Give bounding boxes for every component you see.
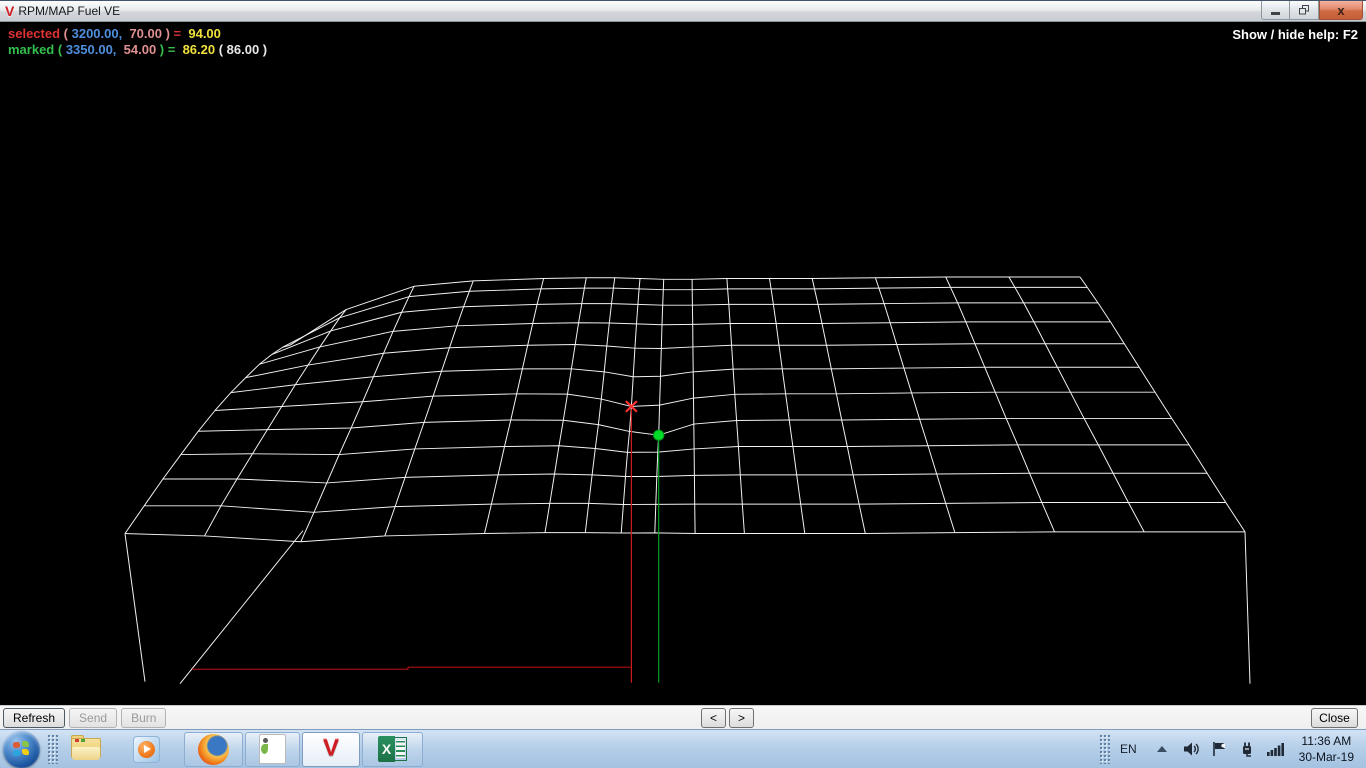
power-plug-icon[interactable] bbox=[1239, 741, 1255, 757]
mesh-edge-line bbox=[125, 534, 145, 682]
help-hint: Show / hide help: F2 bbox=[1232, 27, 1358, 42]
media-player-icon[interactable] bbox=[133, 736, 160, 763]
next-cell-button[interactable]: > bbox=[729, 708, 754, 728]
window-controls: x bbox=[1261, 1, 1363, 20]
hud-text-segment: 3200.00, bbox=[72, 26, 123, 41]
prev-cell-button[interactable]: < bbox=[701, 708, 726, 728]
system-tray: EN bbox=[1099, 733, 1366, 765]
hud-text-segment: 94.00 bbox=[181, 26, 221, 41]
clock-time: 11:36 AM bbox=[1299, 733, 1354, 749]
taskbar-button-excel[interactable]: X bbox=[362, 732, 423, 767]
marked-marker-dot bbox=[654, 430, 664, 440]
burn-button[interactable]: Burn bbox=[121, 708, 166, 728]
mesh-col-line bbox=[770, 279, 805, 534]
refresh-button[interactable]: Refresh bbox=[3, 708, 65, 728]
taskbar-button-idaq[interactable]: DAQ bbox=[245, 732, 300, 767]
quick-launch bbox=[63, 736, 168, 763]
action-center-flag-icon[interactable] bbox=[1212, 741, 1227, 757]
hud-text-segment: 3350.00, bbox=[66, 42, 117, 57]
mesh-col-line bbox=[812, 279, 865, 534]
mesh-row-line bbox=[125, 532, 1245, 542]
client-area[interactable]: selected ( 3200.00, 70.00 ) = 94.00 mark… bbox=[0, 22, 1366, 705]
start-button[interactable] bbox=[3, 731, 40, 768]
mesh-row-line bbox=[181, 445, 1189, 455]
minimize-button[interactable] bbox=[1261, 1, 1290, 20]
app-icon-v: V bbox=[0, 1, 18, 21]
control-bar: Refresh Send Burn < > Close bbox=[0, 705, 1366, 729]
mesh-row-line bbox=[198, 418, 1171, 435]
hud-text-segment: 86.20 bbox=[175, 42, 215, 57]
firefox-icon bbox=[198, 734, 229, 765]
taskbar-clock[interactable]: 11:36 AM 30-Mar-19 bbox=[1299, 733, 1354, 765]
window-title: RPM/MAP Fuel VE bbox=[18, 4, 120, 18]
selected-baseline bbox=[192, 667, 631, 669]
desktop: { "window": { "title": "RPM/MAP Fuel VE"… bbox=[0, 0, 1366, 768]
close-icon: x bbox=[1337, 3, 1344, 18]
mesh-col-line bbox=[485, 279, 544, 534]
language-indicator[interactable]: EN bbox=[1120, 742, 1137, 756]
hud-text-segment: 70.00 bbox=[122, 26, 162, 41]
hud-text-segment: ( bbox=[60, 26, 72, 41]
taskbar-button-vemstune[interactable]: V bbox=[302, 732, 360, 767]
mesh-col-line bbox=[946, 277, 1055, 532]
hud-marked-readout: marked ( 3350.00, 54.00 ) = 86.20 ( 86.0… bbox=[8, 42, 267, 58]
mesh-col-line bbox=[1009, 277, 1144, 532]
taskbar: DAQ V X EN bbox=[0, 729, 1366, 768]
hud-selected-readout: selected ( 3200.00, 70.00 ) = 94.00 bbox=[8, 26, 221, 42]
mesh-col-line bbox=[875, 278, 955, 533]
mesh-col-line bbox=[727, 279, 745, 534]
explorer-icon[interactable] bbox=[71, 738, 101, 760]
send-button[interactable]: Send bbox=[69, 708, 117, 728]
vems-icon: V bbox=[323, 738, 339, 761]
close-button[interactable]: x bbox=[1319, 1, 1363, 20]
mesh-row-line bbox=[215, 392, 1155, 410]
mesh-col-line bbox=[692, 279, 695, 533]
taskbar-button-firefox[interactable] bbox=[184, 732, 243, 767]
ve-surface-wireframe[interactable] bbox=[0, 22, 1366, 705]
hud-text-segment: ( 86.00 ) bbox=[215, 42, 267, 57]
mesh-col-line bbox=[301, 286, 414, 541]
excel-icon: X bbox=[378, 736, 407, 762]
hud-text-segment: = bbox=[174, 26, 182, 41]
restore-button[interactable] bbox=[1290, 1, 1319, 20]
window-titlebar[interactable]: V RPM/MAP Fuel VE x bbox=[0, 0, 1366, 22]
mesh-col-line bbox=[205, 310, 347, 536]
mesh-row-line bbox=[283, 287, 1088, 347]
close-dialog-button[interactable]: Close bbox=[1311, 708, 1358, 728]
speaker-icon[interactable] bbox=[1183, 741, 1200, 757]
mesh-row-line bbox=[144, 503, 1226, 513]
mesh-row-line bbox=[231, 367, 1139, 392]
hud-text-segment: 54.00 bbox=[116, 42, 156, 57]
mesh-row-line bbox=[163, 473, 1207, 483]
network-signal-icon[interactable] bbox=[1267, 741, 1285, 757]
mesh-row-line bbox=[272, 303, 1098, 355]
mesh-edge-line bbox=[1245, 532, 1250, 684]
mesh-col-line bbox=[1080, 277, 1245, 532]
idaq-icon: DAQ bbox=[259, 734, 286, 764]
show-hidden-icons-arrow[interactable] bbox=[1157, 746, 1167, 752]
start-flag-icon bbox=[13, 741, 20, 748]
mesh-col-line bbox=[545, 278, 586, 533]
cell-nav-group: < > bbox=[701, 708, 754, 728]
taskbar-grip[interactable] bbox=[47, 734, 58, 764]
mesh-col-line bbox=[585, 278, 614, 533]
hud-text-segment: ) bbox=[156, 42, 168, 57]
hud-text-segment: ) bbox=[162, 26, 174, 41]
mesh-edge-line bbox=[180, 531, 303, 684]
hud-text-segment: marked bbox=[8, 42, 54, 57]
mesh-row-line bbox=[260, 322, 1111, 364]
minimize-icon bbox=[1271, 12, 1280, 15]
clock-date: 30-Mar-19 bbox=[1299, 749, 1354, 765]
tray-grip[interactable] bbox=[1099, 734, 1110, 764]
hud-text-segment: selected bbox=[8, 26, 60, 41]
restore-icon bbox=[1299, 5, 1310, 15]
hud-text-segment: ( bbox=[54, 42, 66, 57]
